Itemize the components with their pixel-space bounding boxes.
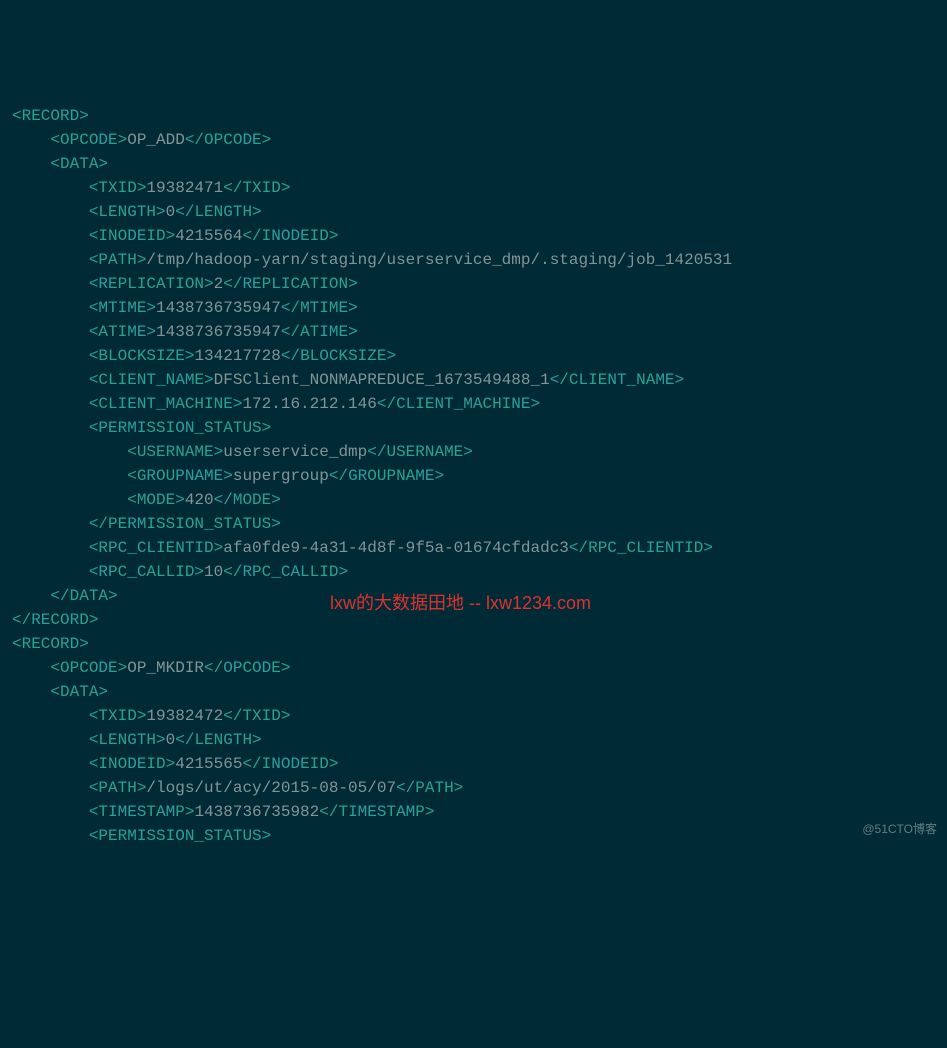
username-open-tag: <USERNAME>	[127, 443, 223, 461]
groupname-open-tag: <GROUPNAME>	[127, 467, 233, 485]
rpc-clientid-close-tag: </RPC_CLIENTID>	[569, 539, 713, 557]
path-close-tag: </PATH>	[396, 779, 463, 797]
mtime-close-tag: </MTIME>	[281, 299, 358, 317]
watermark-text: lxw的大数据田地 -- lxw1234.com	[330, 590, 591, 617]
client-machine-open-tag: <CLIENT_MACHINE>	[89, 395, 243, 413]
length-value: 0	[166, 203, 176, 221]
client-name-close-tag: </CLIENT_NAME>	[550, 371, 684, 389]
groupname-value: supergroup	[233, 467, 329, 485]
path-open-tag: <PATH>	[89, 251, 147, 269]
client-name-open-tag: <CLIENT_NAME>	[89, 371, 214, 389]
mtime-open-tag: <MTIME>	[89, 299, 156, 317]
record-close-tag: </RECORD>	[12, 611, 98, 629]
opcode-value: OP_ADD	[127, 131, 185, 149]
inodeid-value: 4215565	[175, 755, 242, 773]
timestamp-open-tag: <TIMESTAMP>	[89, 803, 195, 821]
txid-value: 19382471	[146, 179, 223, 197]
length-open-tag: <LENGTH>	[89, 731, 166, 749]
mode-value: 420	[185, 491, 214, 509]
rpc-callid-open-tag: <RPC_CALLID>	[89, 563, 204, 581]
blocksize-open-tag: <BLOCKSIZE>	[89, 347, 195, 365]
timestamp-value: 1438736735982	[194, 803, 319, 821]
rpc-clientid-value: afa0fde9-4a31-4d8f-9f5a-01674cfdadc3	[223, 539, 569, 557]
username-close-tag: </USERNAME>	[367, 443, 473, 461]
groupname-close-tag: </GROUPNAME>	[329, 467, 444, 485]
rpc-callid-close-tag: </RPC_CALLID>	[223, 563, 348, 581]
replication-open-tag: <REPLICATION>	[89, 275, 214, 293]
txid-close-tag: </TXID>	[223, 707, 290, 725]
opcode-open-tag: <OPCODE>	[50, 131, 127, 149]
path-open-tag: <PATH>	[89, 779, 147, 797]
length-open-tag: <LENGTH>	[89, 203, 166, 221]
client-machine-close-tag: </CLIENT_MACHINE>	[377, 395, 540, 413]
rpc-callid-value: 10	[204, 563, 223, 581]
inodeid-open-tag: <INODEID>	[89, 227, 175, 245]
blocksize-close-tag: </BLOCKSIZE>	[281, 347, 396, 365]
length-value: 0	[166, 731, 176, 749]
path-value: /tmp/hadoop-yarn/staging/userservice_dmp…	[146, 251, 732, 269]
inodeid-value: 4215564	[175, 227, 242, 245]
username-value: userservice_dmp	[223, 443, 367, 461]
inodeid-close-tag: </INODEID>	[242, 755, 338, 773]
data-close-tag: </DATA>	[50, 587, 117, 605]
path-value: /logs/ut/acy/2015-08-05/07	[146, 779, 396, 797]
permission-status-close-tag: </PERMISSION_STATUS>	[89, 515, 281, 533]
length-close-tag: </LENGTH>	[175, 731, 261, 749]
txid-open-tag: <TXID>	[89, 707, 147, 725]
opcode-close-tag: </OPCODE>	[204, 659, 290, 677]
timestamp-close-tag: </TIMESTAMP>	[319, 803, 434, 821]
corner-attribution: @51CTO博客	[862, 820, 937, 838]
blocksize-value: 134217728	[194, 347, 280, 365]
txid-close-tag: </TXID>	[223, 179, 290, 197]
opcode-value: OP_MKDIR	[127, 659, 204, 677]
data-open-tag: <DATA>	[50, 683, 108, 701]
permission-status-open-tag: <PERMISSION_STATUS>	[89, 419, 271, 437]
permission-status-open-tag: <PERMISSION_STATUS>	[89, 827, 271, 845]
mode-close-tag: </MODE>	[214, 491, 281, 509]
atime-value: 1438736735947	[156, 323, 281, 341]
rpc-clientid-open-tag: <RPC_CLIENTID>	[89, 539, 223, 557]
atime-close-tag: </ATIME>	[281, 323, 358, 341]
inodeid-close-tag: </INODEID>	[242, 227, 338, 245]
mtime-value: 1438736735947	[156, 299, 281, 317]
mode-open-tag: <MODE>	[127, 491, 185, 509]
atime-open-tag: <ATIME>	[89, 323, 156, 341]
replication-close-tag: </REPLICATION>	[223, 275, 357, 293]
record-open-tag: <RECORD>	[12, 635, 89, 653]
opcode-open-tag: <OPCODE>	[50, 659, 127, 677]
record-open-tag: <RECORD>	[12, 107, 89, 125]
client-name-value: DFSClient_NONMAPREDUCE_1673549488_1	[214, 371, 550, 389]
xml-code-block: <RECORD> <OPCODE>OP_ADD</OPCODE> <DATA> …	[12, 104, 935, 848]
length-close-tag: </LENGTH>	[175, 203, 261, 221]
client-machine-value: 172.16.212.146	[242, 395, 376, 413]
txid-value: 19382472	[146, 707, 223, 725]
replication-value: 2	[214, 275, 224, 293]
opcode-close-tag: </OPCODE>	[185, 131, 271, 149]
inodeid-open-tag: <INODEID>	[89, 755, 175, 773]
txid-open-tag: <TXID>	[89, 179, 147, 197]
data-open-tag: <DATA>	[50, 155, 108, 173]
